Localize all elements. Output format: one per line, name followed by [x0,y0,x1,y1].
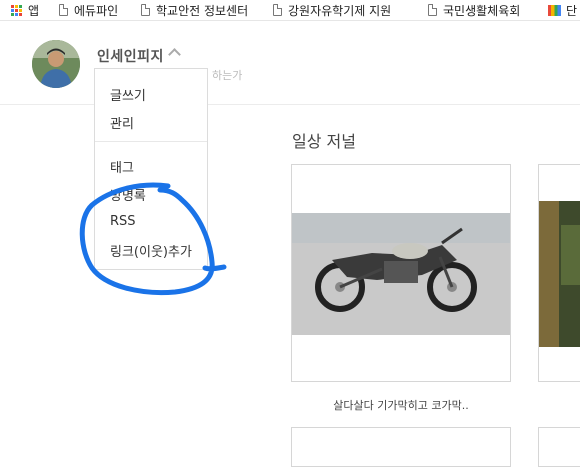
bookmark-label: 강원자유학기제 지원 [288,3,392,18]
bookmark-school-safety[interactable]: 학교안전 정보센터 [141,2,248,18]
page-icon [428,4,437,16]
section-title: 일상 저널 [292,132,356,151]
menu-item-write[interactable]: 글쓰기 [110,85,146,104]
menu-item-tag[interactable]: 태그 [110,157,134,176]
bookmark-label: 앱 [28,3,40,18]
post-card[interactable] [291,427,511,467]
colorful-icon [548,4,561,16]
bookmarks-bar: 앱 에듀파인 학교안전 정보센터 강원자유학기제 지원 국민생활체육회 단 [0,0,580,21]
menu-item-add-link[interactable]: 링크(이웃)추가 [110,241,192,260]
page-icon [141,4,150,16]
bookmark-label: 학교안전 정보센터 [156,3,249,18]
menu-item-manage[interactable]: 관리 [110,113,134,132]
apps-grid-icon [11,4,22,16]
bookmark-label: 국민생활체육회 [443,3,521,18]
page-icon [273,4,282,16]
chevron-up-icon[interactable] [168,48,181,61]
post-thumbnail-partial [539,201,580,347]
motorcycle-thumbnail [292,213,510,335]
blog-menu-dropdown: 글쓰기 관리 태그 방명록 RSS 링크(이웃)추가 [94,68,208,270]
blog-subtitle: 하는가 [212,69,243,82]
bookmark-apps[interactable]: 앱 [11,2,39,18]
bookmark-label: 단 [566,3,578,18]
post-card-partial[interactable] [538,427,580,467]
page-icon [59,4,68,16]
avatar-photo [32,40,80,88]
header-divider [0,104,580,105]
menu-item-guestbook[interactable]: 방명록 [110,185,146,204]
post-card-partial[interactable] [538,164,580,382]
blog-name[interactable]: 인세인피지 [97,46,164,66]
bookmark-national-sports[interactable]: 국민생활체육회 [428,2,520,18]
bookmark-label: 에듀파인 [74,3,119,18]
menu-item-rss[interactable]: RSS [110,214,136,229]
avatar[interactable] [32,40,80,88]
menu-divider [95,141,207,142]
bookmark-gangwon-free-semester[interactable]: 강원자유학기제 지원 [273,2,391,18]
bookmark-dan[interactable]: 단 [548,2,577,18]
post-card[interactable] [291,164,511,382]
post-caption[interactable]: 살다살다 기가막히고 코가막.. [292,397,510,413]
bookmark-edufine[interactable]: 에듀파인 [59,2,118,18]
